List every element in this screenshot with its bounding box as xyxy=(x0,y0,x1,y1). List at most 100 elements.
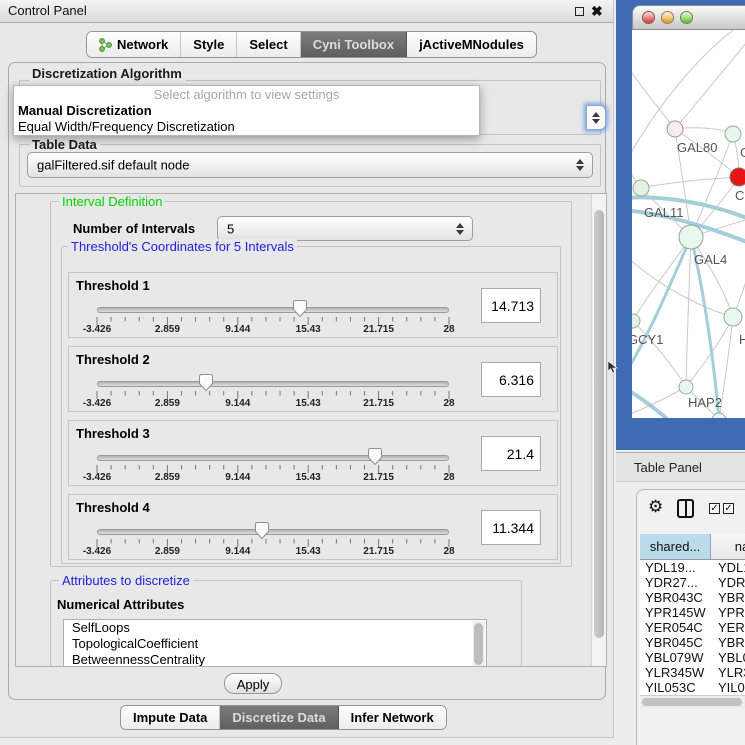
threshold-value-field[interactable] xyxy=(481,362,541,397)
cell-shared-name: YER054C xyxy=(645,620,703,635)
table-row[interactable]: YER054CYER0 xyxy=(640,620,745,635)
table-data-combobox[interactable]: galFiltered.sif default node xyxy=(27,152,593,178)
minimize-light[interactable] xyxy=(661,11,674,24)
slider-tick-label: -3.426 xyxy=(83,546,111,557)
network-canvas[interactable]: GAL80GCGAL11GAL4GCY1HHAP2 xyxy=(632,30,745,418)
table-horizontal-scrollbar[interactable] xyxy=(640,695,745,708)
checkbox-checked-icon[interactable]: ✓ xyxy=(723,503,734,514)
threshold-value-field[interactable] xyxy=(481,436,541,471)
number-of-intervals-combobox[interactable]: 5 xyxy=(217,216,473,241)
slider-tick-labels: -3.4262.8599.14415.4321.71528 xyxy=(69,324,557,336)
threshold-panel: Threshold 2 -3.4262.8599.14415.4321.7152… xyxy=(68,346,558,412)
screenshot-root: Control Panel ✖ Network Style Select Cyn… xyxy=(0,0,745,745)
gear-icon[interactable]: ⚙ xyxy=(648,497,663,517)
dropdown-option-equal-width[interactable]: Equal Width/Frequency Discretization xyxy=(14,119,479,135)
cell-name: YDL1 xyxy=(718,560,745,575)
slider-tick-label: 21.715 xyxy=(363,472,394,483)
attribute-list-item[interactable]: TopologicalCoefficient xyxy=(64,636,486,652)
apply-button[interactable]: Apply xyxy=(224,673,282,694)
cell-name: YBR0 xyxy=(718,635,745,650)
table-panel-title: Table Panel xyxy=(634,460,702,475)
tab-cyni-toolbox[interactable]: Cyni Toolbox xyxy=(301,32,407,57)
table-row[interactable]: YIL053CYIL0 xyxy=(640,680,745,695)
scrollbar-thumb[interactable] xyxy=(594,210,604,638)
network-node-label: H xyxy=(739,332,745,347)
table-data-group-label: Table Data xyxy=(29,137,100,152)
slider-thumb[interactable] xyxy=(367,447,383,466)
settings-vertical-scrollbar[interactable] xyxy=(591,194,607,666)
network-edge xyxy=(686,237,691,387)
slider-tick-label: 2.859 xyxy=(155,472,180,483)
close-light[interactable] xyxy=(642,11,655,24)
numerical-attributes-label: Numerical Attributes xyxy=(57,597,184,612)
scrollbar-thumb[interactable] xyxy=(642,698,742,706)
threshold-value-field[interactable] xyxy=(481,288,541,323)
tab-select[interactable]: Select xyxy=(237,32,300,57)
table-panel: ⚙ ✓ ✓ shared... name YDL19...YDL1YDR27..… xyxy=(636,489,745,745)
GCY1-node[interactable] xyxy=(632,314,640,328)
tab-label: Infer Network xyxy=(351,710,434,725)
threshold-panel: Threshold 1 -3.4262.8599.14415.4321.7152… xyxy=(68,272,558,338)
network-node-label: GAL11 xyxy=(644,205,684,220)
slider-thumb[interactable] xyxy=(292,299,308,318)
slider-thumb[interactable] xyxy=(198,373,214,392)
H-node[interactable] xyxy=(724,308,742,326)
network-edge xyxy=(633,321,686,387)
G-node[interactable] xyxy=(725,126,741,142)
attribute-list-item[interactable]: SelfLoops xyxy=(64,620,486,636)
red-node[interactable] xyxy=(730,168,745,186)
GAL4-node[interactable] xyxy=(679,225,703,249)
slider-tick-label: 28 xyxy=(443,324,454,335)
slider-tick-label: 9.144 xyxy=(225,546,250,557)
tab-discretize-data[interactable]: Discretize Data xyxy=(220,706,338,729)
GAL80-node[interactable] xyxy=(667,121,683,137)
slider-tick-label: 15.43 xyxy=(296,324,321,335)
table-row[interactable]: YLR345WYLR3 xyxy=(640,665,745,680)
bottom-node[interactable] xyxy=(712,413,726,418)
checkbox-checked-icon[interactable]: ✓ xyxy=(709,503,720,514)
network-edge xyxy=(675,38,745,129)
table-row[interactable]: YDL19...YDL1 xyxy=(640,560,745,575)
slider-tick-label: 9.144 xyxy=(225,324,250,335)
table-row[interactable]: YPR145WYPR1 xyxy=(640,605,745,620)
column-header-name[interactable]: name xyxy=(711,534,745,560)
float-window-icon[interactable] xyxy=(575,7,584,16)
interval-definition-label: Interval Definition xyxy=(59,194,165,209)
slider-track[interactable] xyxy=(97,381,449,387)
HAP2-node[interactable] xyxy=(679,380,693,394)
GAL11-node[interactable] xyxy=(633,180,649,196)
close-icon[interactable]: ✖ xyxy=(591,2,603,20)
attributes-list-scrollbar[interactable] xyxy=(473,621,485,667)
split-view-icon[interactable] xyxy=(677,499,694,518)
network-node-label: C xyxy=(735,188,744,203)
threshold-value-field[interactable] xyxy=(481,510,541,545)
slider-tick-label: 15.43 xyxy=(296,472,321,483)
cell-name: YDR2 xyxy=(718,575,745,590)
cell-name: YBL0 xyxy=(718,650,745,665)
table-row[interactable]: YBL079WYBL0 xyxy=(640,650,745,665)
attribute-list-item[interactable]: BetweennessCentrality xyxy=(64,652,486,667)
zoom-light[interactable] xyxy=(680,11,693,24)
tab-impute-data[interactable]: Impute Data xyxy=(121,706,220,729)
table-row[interactable]: YDR27...YDR2 xyxy=(640,575,745,590)
tab-network[interactable]: Network xyxy=(87,32,181,57)
slider-thumb[interactable] xyxy=(254,521,270,540)
slider-tick-label: -3.426 xyxy=(83,398,111,409)
algorithm-combobox-arrows[interactable] xyxy=(586,105,606,130)
tab-jactivemnodules[interactable]: jActiveMNodules xyxy=(407,32,536,57)
slider-tick-label: 9.144 xyxy=(225,472,250,483)
column-header-shared-name[interactable]: shared... xyxy=(640,534,711,560)
scrollbar-thumb[interactable] xyxy=(474,623,483,665)
slider-tick-label: 28 xyxy=(443,546,454,557)
tab-infer-network[interactable]: Infer Network xyxy=(339,706,446,729)
slider-track[interactable] xyxy=(97,307,449,313)
table-row[interactable]: YBR045CYBR0 xyxy=(640,635,745,650)
slider-track[interactable] xyxy=(97,455,449,461)
numerical-attributes-list[interactable]: SelfLoopsTopologicalCoefficientBetweenne… xyxy=(63,619,487,667)
table-row[interactable]: YBR043CYBR0 xyxy=(640,590,745,605)
slider-track[interactable] xyxy=(97,529,449,535)
cell-shared-name: YIL053C xyxy=(645,680,696,695)
tab-style[interactable]: Style xyxy=(181,32,237,57)
dropdown-option-manual[interactable]: Manual Discretization xyxy=(14,103,479,119)
cell-name: YPR1 xyxy=(718,605,745,620)
